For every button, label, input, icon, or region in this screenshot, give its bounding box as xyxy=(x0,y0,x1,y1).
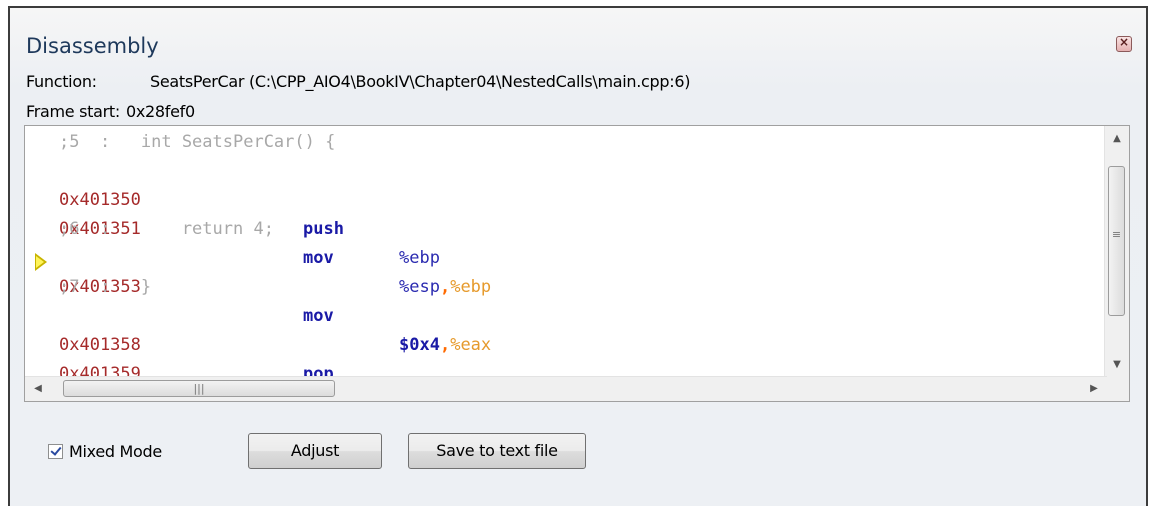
disassembly-listing[interactable]: ;5 : int SeatsPerCar() { 0x401350 push %… xyxy=(24,125,1130,402)
mnemonic: mov xyxy=(303,306,334,326)
operand-1: %ebp xyxy=(399,248,440,268)
scroll-right-icon[interactable]: ▶ xyxy=(1083,377,1105,401)
operand-1: %esp xyxy=(399,277,440,297)
operand-2: %eax xyxy=(450,335,492,355)
operands: %esp,%ebp xyxy=(399,273,491,302)
asm-line[interactable]: 0x401359 ret xyxy=(59,331,334,401)
frame-start-label: Frame start: xyxy=(26,102,120,121)
asm-line-current[interactable]: 0x401353 mov $0x4,%eax xyxy=(59,244,491,355)
source-line: ;7 : } xyxy=(59,277,152,297)
save-to-text-file-button[interactable]: Save to text file xyxy=(408,433,586,469)
vertical-scrollbar[interactable]: ▲ ≡ ▼ xyxy=(1104,126,1129,378)
scrollbar-corner xyxy=(1105,377,1129,401)
close-icon: × xyxy=(1118,35,1130,49)
window-frame: Disassembly × Function: SeatsPerCar (C:\C… xyxy=(8,6,1148,506)
operand-2: %ebp xyxy=(450,277,492,297)
operand-1: $0x4 xyxy=(399,335,440,355)
scroll-down-icon[interactable]: ▼ xyxy=(1105,354,1129,376)
function-info: Function: SeatsPerCar (C:\CPP_AIO4\BookIV… xyxy=(26,72,690,91)
horizontal-scrollbar[interactable]: ◀ ||| ▶ xyxy=(25,376,1107,401)
source-line: ;5 : int SeatsPerCar() { xyxy=(59,132,336,152)
asm-line[interactable]: 0x401358 pop %ebp xyxy=(59,302,440,401)
grip-icon: ≡ xyxy=(1111,228,1122,241)
function-label: Function: xyxy=(26,72,97,91)
mixed-mode-toggle[interactable]: Mixed Mode xyxy=(48,442,162,461)
close-button[interactable]: × xyxy=(1116,35,1132,52)
mnemonic: mov xyxy=(303,248,334,268)
adjust-button[interactable]: Adjust xyxy=(248,433,382,469)
mixed-mode-label: Mixed Mode xyxy=(69,442,162,461)
scroll-up-icon[interactable]: ▲ xyxy=(1105,128,1129,150)
operand-separator: , xyxy=(439,277,451,297)
vertical-scroll-thumb[interactable]: ≡ xyxy=(1108,166,1125,316)
frame-info: Frame start: 0x28fef0 xyxy=(26,102,195,121)
operands: $0x4,%eax xyxy=(399,331,491,360)
current-line-arrow-icon xyxy=(35,253,47,271)
window-title: Disassembly xyxy=(26,34,159,58)
operand-separator: , xyxy=(439,335,451,355)
horizontal-scroll-thumb[interactable]: ||| xyxy=(63,380,335,397)
asm-line[interactable]: 0x401350 push %ebp xyxy=(59,157,440,268)
source-line: ;6 : return 4; xyxy=(59,219,274,239)
disassembly-panel: Disassembly × Function: SeatsPerCar (C:\C… xyxy=(10,8,1146,506)
grip-icon: ||| xyxy=(193,382,205,395)
scroll-left-icon[interactable]: ◀ xyxy=(27,377,49,401)
mixed-mode-checkbox[interactable] xyxy=(48,444,63,459)
operands: %ebp xyxy=(399,244,440,273)
asm-line[interactable]: 0x401351 mov %esp,%ebp xyxy=(59,186,491,297)
function-value: SeatsPerCar (C:\CPP_AIO4\BookIV\Chapter0… xyxy=(150,72,691,91)
frame-start-value: 0x28fef0 xyxy=(126,102,195,121)
mnemonic: push xyxy=(303,219,344,239)
code-area[interactable]: ;5 : int SeatsPerCar() { 0x401350 push %… xyxy=(25,126,1107,401)
